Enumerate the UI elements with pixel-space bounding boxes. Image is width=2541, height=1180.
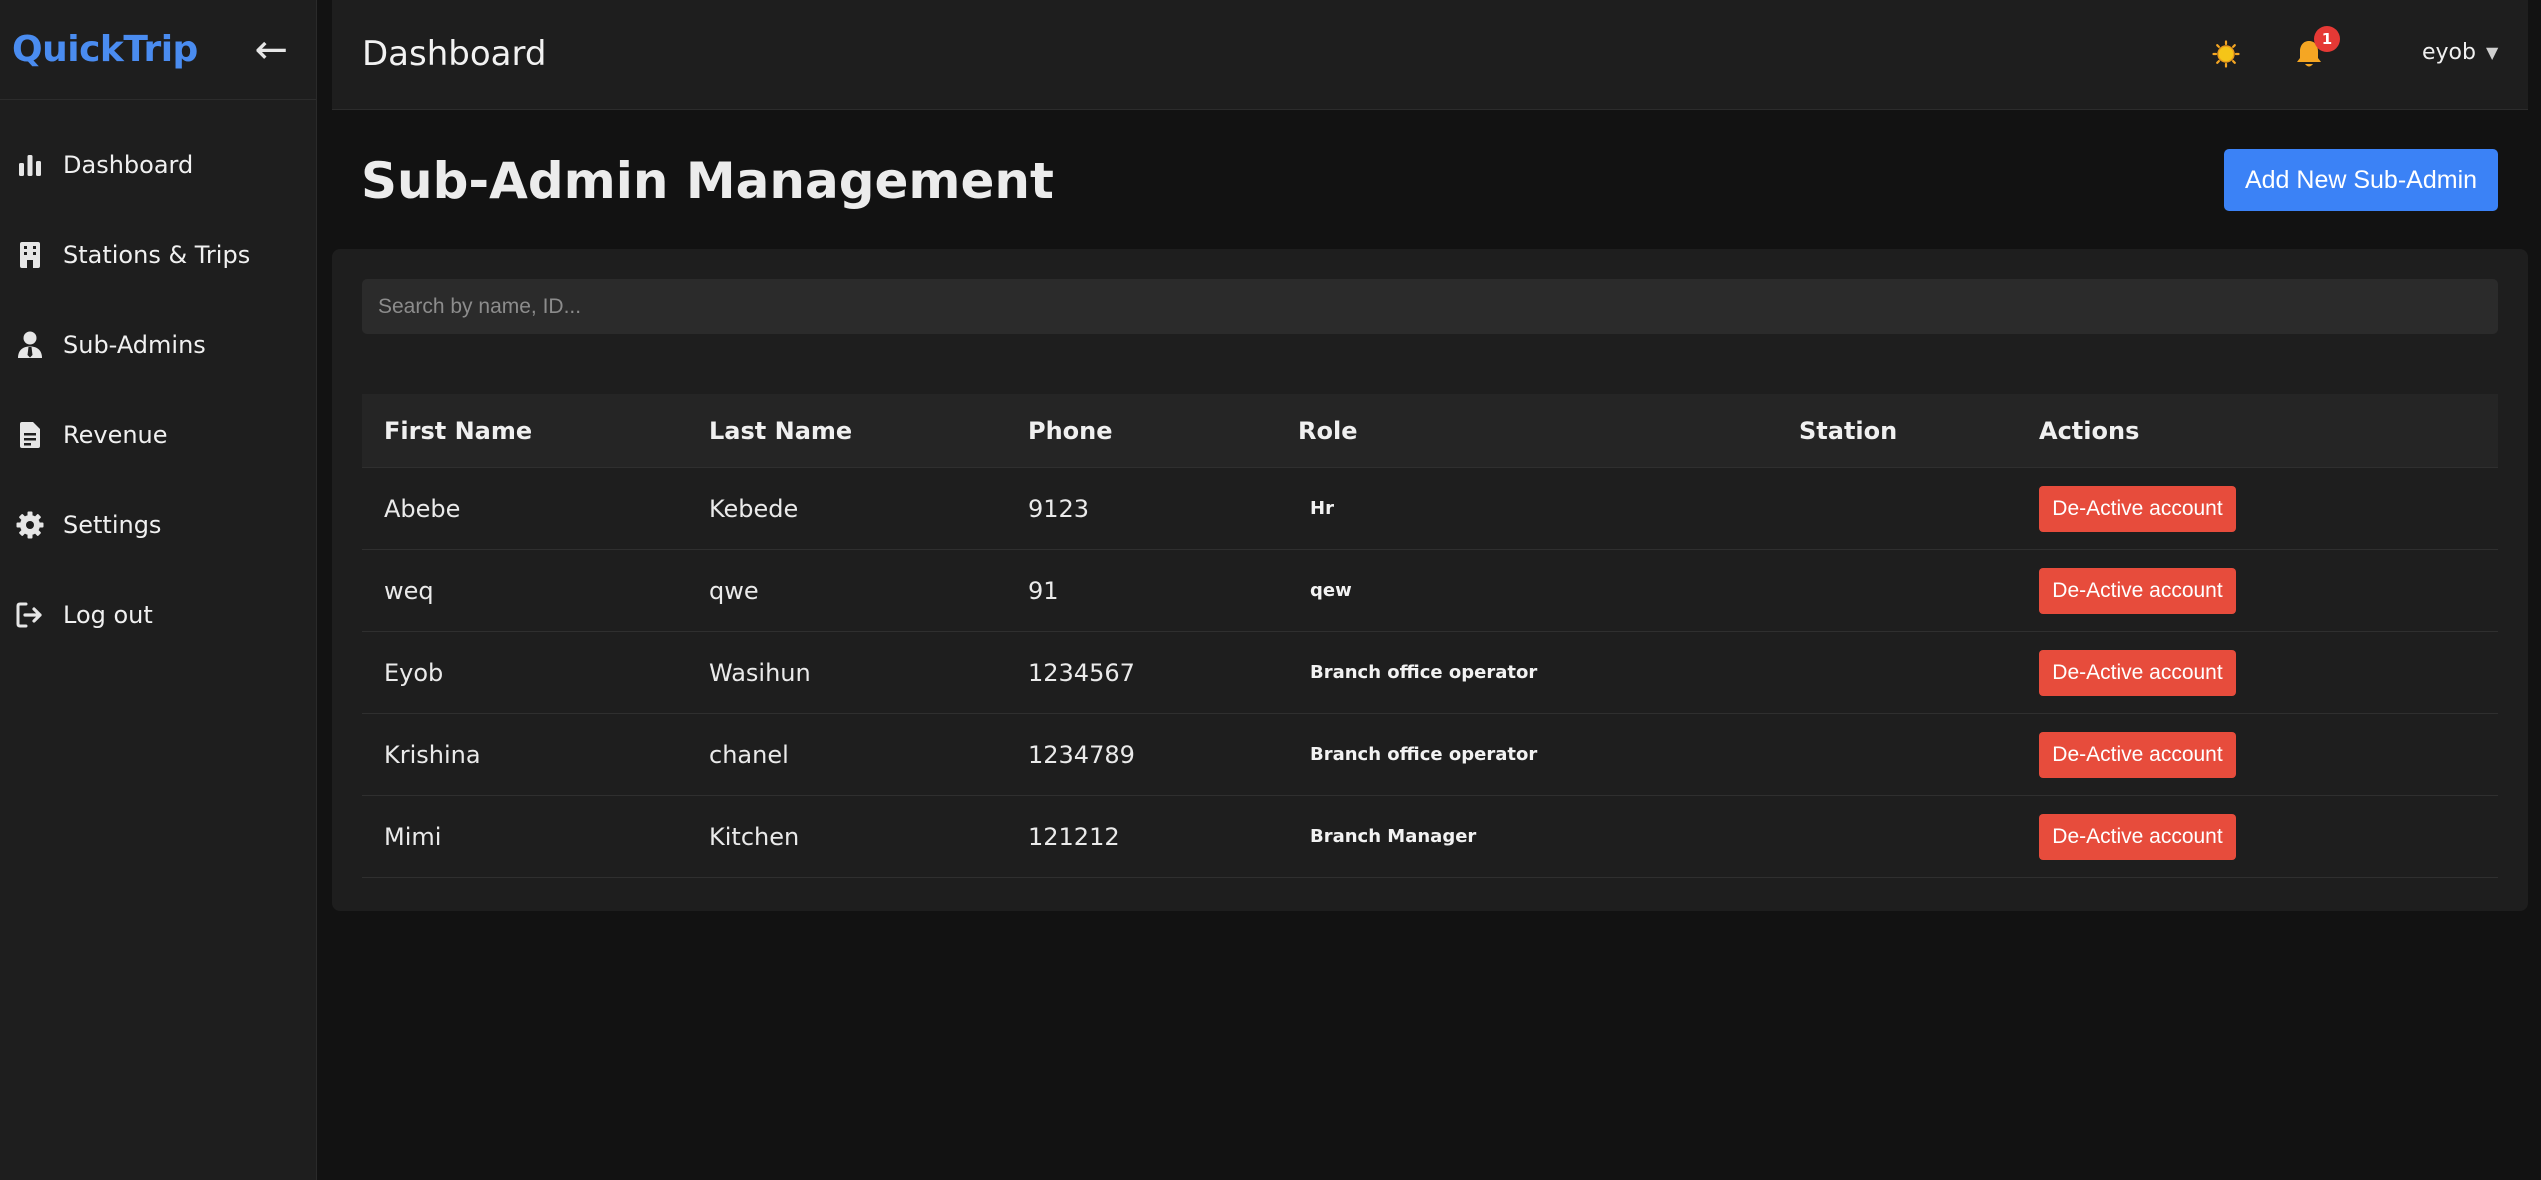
sidebar-item-label: Sub-Admins xyxy=(63,331,206,359)
column-header-station[interactable]: Station xyxy=(1799,417,1897,445)
cell-role: qew xyxy=(1310,580,1352,601)
table-row: Krishina chanel 1234789 Branch office op… xyxy=(362,714,2498,796)
cell-phone: 9123 xyxy=(1028,494,1090,523)
deactivate-account-button[interactable]: De-Active account xyxy=(2039,567,2236,614)
column-header-first-name[interactable]: First Name xyxy=(384,417,532,445)
add-sub-admin-button[interactable]: Add New Sub-Admin xyxy=(2224,149,2498,211)
user-name: eyob xyxy=(2422,40,2476,65)
collapse-sidebar-icon[interactable]: ← xyxy=(254,30,288,70)
column-header-last-name[interactable]: Last Name xyxy=(709,417,852,445)
cell-last-name: chanel xyxy=(709,740,789,769)
table-row: Mimi Kitchen 121212 Branch Manager De-Ac… xyxy=(362,796,2498,878)
search-input[interactable] xyxy=(362,279,2498,334)
sidebar-item-log-out[interactable]: Log out xyxy=(0,570,316,660)
cell-role: Branch Manager xyxy=(1310,826,1477,847)
brand-row: QuickTrip ← xyxy=(0,0,316,100)
sidebar-item-settings[interactable]: Settings xyxy=(0,480,316,570)
deactivate-account-button[interactable]: De-Active account xyxy=(2039,813,2236,860)
sub-admin-table: First Name Last Name Phone Role Station … xyxy=(362,394,2498,878)
cell-last-name: Kitchen xyxy=(709,822,800,851)
sidebar-item-sub-admins[interactable]: Sub-Admins xyxy=(0,300,316,390)
notification-badge: 1 xyxy=(2314,26,2340,52)
cell-role: Branch office operator xyxy=(1310,744,1538,765)
cell-phone: 1234567 xyxy=(1028,658,1135,687)
sidebar-item-dashboard[interactable]: Dashboard xyxy=(0,120,316,210)
column-header-phone[interactable]: Phone xyxy=(1028,417,1113,445)
sidebar-nav: Dashboard Stations & Trips Sub-Admins Re… xyxy=(0,100,316,660)
building-icon xyxy=(16,239,44,271)
sidebar-item-label: Log out xyxy=(63,601,153,629)
chevron-down-icon: ▼ xyxy=(2485,43,2499,62)
sub-admin-card: First Name Last Name Phone Role Station … xyxy=(332,249,2528,911)
cell-first-name: Eyob xyxy=(384,658,444,687)
logout-icon xyxy=(16,599,44,631)
cell-phone: 121212 xyxy=(1028,822,1120,851)
table-header: First Name Last Name Phone Role Station … xyxy=(362,394,2498,468)
cell-phone: 91 xyxy=(1028,576,1059,605)
theme-toggle-sun-icon[interactable] xyxy=(2212,40,2240,68)
table-row: Eyob Wasihun 1234567 Branch office opera… xyxy=(362,632,2498,714)
cell-last-name: qwe xyxy=(709,576,759,605)
cell-first-name: weq xyxy=(384,576,434,605)
brand-logo[interactable]: QuickTrip xyxy=(12,29,198,70)
cell-last-name: Kebede xyxy=(709,494,799,523)
user-tie-icon xyxy=(16,329,44,361)
cell-role: Hr xyxy=(1310,498,1334,519)
sidebar-item-stations-trips[interactable]: Stations & Trips xyxy=(0,210,316,300)
sidebar-item-label: Dashboard xyxy=(63,151,194,179)
sidebar-item-revenue[interactable]: Revenue xyxy=(0,390,316,480)
sidebar-item-label: Stations & Trips xyxy=(63,241,251,269)
header-title: Dashboard xyxy=(362,34,547,74)
user-menu[interactable]: eyob ▼ xyxy=(2422,40,2498,65)
cell-last-name: Wasihun xyxy=(709,658,811,687)
table-row: weq qwe 91 qew De-Active account xyxy=(362,550,2498,632)
sidebar-item-label: Revenue xyxy=(63,421,168,449)
file-invoice-icon xyxy=(16,419,44,451)
deactivate-account-button[interactable]: De-Active account xyxy=(2039,731,2236,778)
cell-first-name: Abebe xyxy=(384,494,461,523)
bar-chart-icon xyxy=(16,149,44,181)
cell-first-name: Krishina xyxy=(384,740,481,769)
cell-role: Branch office operator xyxy=(1310,662,1538,683)
gear-icon xyxy=(16,509,44,541)
deactivate-account-button[interactable]: De-Active account xyxy=(2039,649,2236,696)
cell-first-name: Mimi xyxy=(384,822,442,851)
table-row: Abebe Kebede 9123 Hr De-Active account xyxy=(362,468,2498,550)
sidebar-item-label: Settings xyxy=(63,511,162,539)
column-header-role[interactable]: Role xyxy=(1298,417,1357,445)
top-header: Dashboard 1 eyob ▼ xyxy=(332,0,2528,110)
sidebar: QuickTrip ← Dashboard Stations & Trips S… xyxy=(0,0,317,1180)
deactivate-account-button[interactable]: De-Active account xyxy=(2039,485,2236,532)
cell-phone: 1234789 xyxy=(1028,740,1135,769)
column-header-actions: Actions xyxy=(2039,416,2140,445)
page-title: Sub-Admin Management xyxy=(361,152,1054,210)
